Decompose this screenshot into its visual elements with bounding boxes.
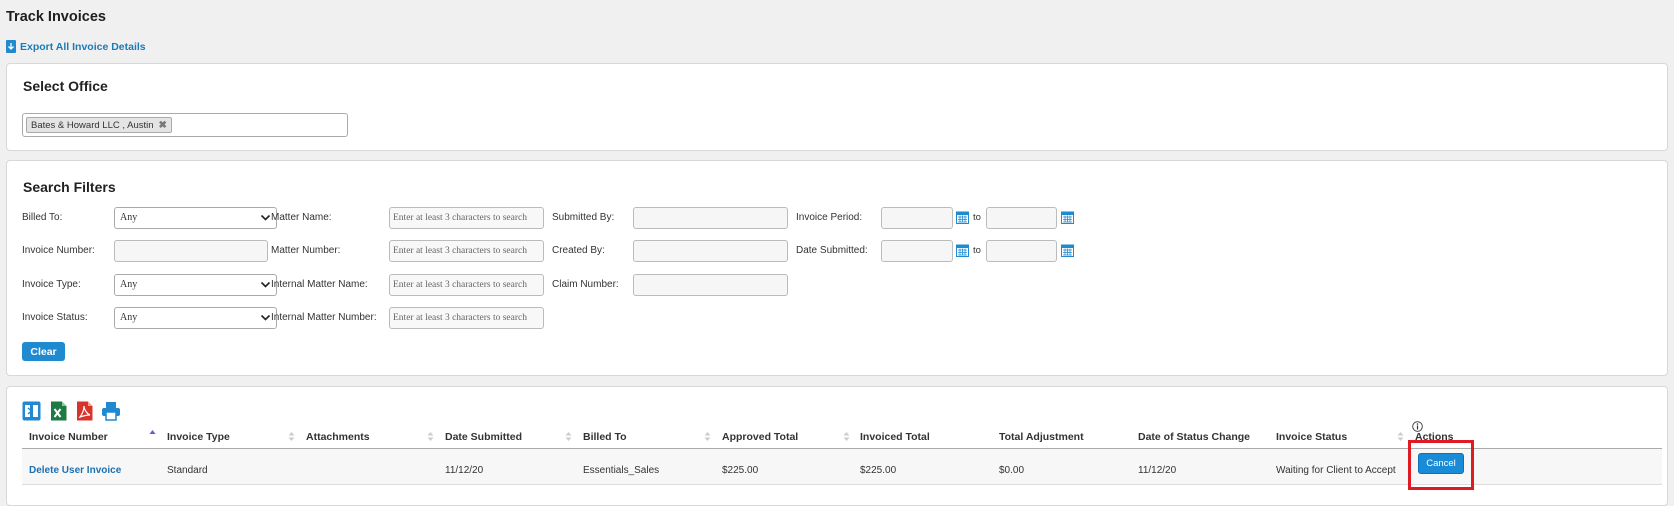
column-header-date-of-status-change[interactable]: Date of Status Change (1138, 431, 1250, 443)
sort-icon[interactable] (565, 431, 572, 442)
column-header-attachments[interactable]: Attachments (306, 431, 370, 443)
date-submitted-label: Date Submitted: (796, 245, 868, 256)
sort-icon[interactable] (288, 431, 295, 442)
clear-button[interactable]: Clear (22, 342, 65, 361)
cell-invoiced-total: $225.00 (860, 465, 897, 476)
cancel-invoice-button[interactable]: Cancel (1418, 453, 1464, 474)
sort-icon[interactable] (704, 431, 711, 442)
matter-name-input[interactable]: Enter at least 3 characters to search (389, 207, 544, 229)
sort-icon[interactable] (843, 431, 850, 442)
submitted-by-input[interactable] (633, 207, 788, 229)
invoice-status-select[interactable]: Any (114, 307, 277, 329)
column-header-invoiced-total[interactable]: Invoiced Total (860, 431, 930, 443)
select-office-panel: Select Office Bates & Howard LLC , Austi… (6, 63, 1668, 151)
invoice-period-from-input[interactable] (881, 207, 953, 229)
calendar-icon[interactable] (956, 244, 969, 257)
export-icon (6, 40, 16, 53)
calendar-icon[interactable] (1061, 244, 1074, 257)
matter-number-input[interactable]: Enter at least 3 characters to search (389, 240, 544, 262)
invoice-period-to-input[interactable] (986, 207, 1057, 229)
internal-matter-number-label: Internal Matter Number: (271, 312, 377, 323)
invoice-type-select[interactable]: Any (114, 274, 277, 296)
column-header-invoice-type[interactable]: Invoice Type (167, 431, 230, 443)
search-filters-panel: Search Filters Billed To: Any Invoice Nu… (6, 160, 1668, 376)
office-multiselect[interactable]: Bates & Howard LLC , Austin ✖ (22, 113, 348, 137)
column-header-approved-total[interactable]: Approved Total (722, 431, 798, 443)
search-filters-heading: Search Filters (23, 179, 116, 195)
select-office-heading: Select Office (23, 78, 108, 94)
created-by-input[interactable] (633, 240, 788, 262)
date-submitted-to-input[interactable] (986, 240, 1057, 262)
sort-icon[interactable] (1397, 431, 1404, 442)
date-submitted-from-input[interactable] (881, 240, 953, 262)
date-submitted-to-label: to (973, 245, 981, 256)
internal-matter-name-label: Internal Matter Name: (271, 279, 368, 290)
claim-number-label: Claim Number: (552, 279, 619, 290)
matter-name-label: Matter Name: (271, 212, 332, 223)
calendar-icon[interactable] (1061, 211, 1074, 224)
billed-to-label: Billed To: (22, 212, 63, 223)
billed-to-select[interactable]: Any (114, 207, 277, 229)
print-icon[interactable] (101, 401, 121, 421)
chevron-down-icon (260, 214, 271, 221)
column-header-billed-to[interactable]: Billed To (583, 431, 627, 443)
chevron-down-icon (260, 281, 271, 288)
office-chip: Bates & Howard LLC , Austin ✖ (26, 117, 172, 133)
excel-export-icon[interactable] (49, 401, 68, 421)
cell-billed-to: Essentials_Sales (583, 465, 660, 476)
column-header-total-adjustment[interactable]: Total Adjustment (999, 431, 1084, 443)
page-title: Track Invoices (6, 9, 106, 25)
billed-to-value: Any (120, 212, 138, 223)
invoice-status-label: Invoice Status: (22, 312, 88, 323)
invoice-type-label: Invoice Type: (22, 279, 81, 290)
column-header-invoice-status[interactable]: Invoice Status (1276, 431, 1347, 443)
invoice-type-value: Any (120, 279, 138, 290)
invoice-number-link[interactable]: Delete User Invoice (29, 465, 121, 476)
invoice-status-value: Any (120, 312, 138, 323)
pdf-export-icon[interactable] (75, 401, 94, 421)
sort-asc-icon[interactable] (149, 429, 156, 440)
sort-icon[interactable] (427, 431, 434, 442)
cell-invoice-type: Standard (167, 465, 208, 476)
invoice-period-label: Invoice Period: (796, 212, 863, 223)
internal-matter-number-input[interactable]: Enter at least 3 characters to search (389, 307, 544, 329)
submitted-by-label: Submitted By: (552, 212, 615, 223)
chevron-down-icon (260, 314, 271, 321)
invoice-number-label: Invoice Number: (22, 245, 95, 256)
column-header-date-submitted[interactable]: Date Submitted (445, 431, 522, 443)
matter-number-label: Matter Number: (271, 245, 341, 256)
claim-number-input[interactable] (633, 274, 788, 296)
cell-invoice-status: Waiting for Client to Accept (1276, 465, 1396, 476)
cell-total-adjustment: $0.00 (999, 465, 1025, 476)
calendar-icon[interactable] (956, 211, 969, 224)
invoice-period-to-label: to (973, 212, 981, 223)
cell-date-submitted: 11/12/20 (445, 465, 484, 476)
invoice-number-input[interactable] (114, 240, 268, 262)
cell-date-of-status-change: 11/12/20 (1138, 465, 1177, 476)
cell-approved-total: $225.00 (722, 465, 759, 476)
internal-matter-name-input[interactable]: Enter at least 3 characters to search (389, 274, 544, 296)
office-chip-label: Bates & Howard LLC , Austin (31, 119, 154, 131)
results-panel: Invoice Number Invoice Type Attachments … (6, 386, 1668, 506)
created-by-label: Created By: (552, 245, 605, 256)
remove-office-icon[interactable]: ✖ (159, 120, 167, 131)
export-link-label: Export All Invoice Details (20, 40, 146, 53)
column-chooser-icon[interactable] (22, 401, 41, 421)
column-header-invoice-number[interactable]: Invoice Number (29, 431, 108, 443)
export-all-invoice-details-link[interactable]: Export All Invoice Details (6, 40, 146, 53)
